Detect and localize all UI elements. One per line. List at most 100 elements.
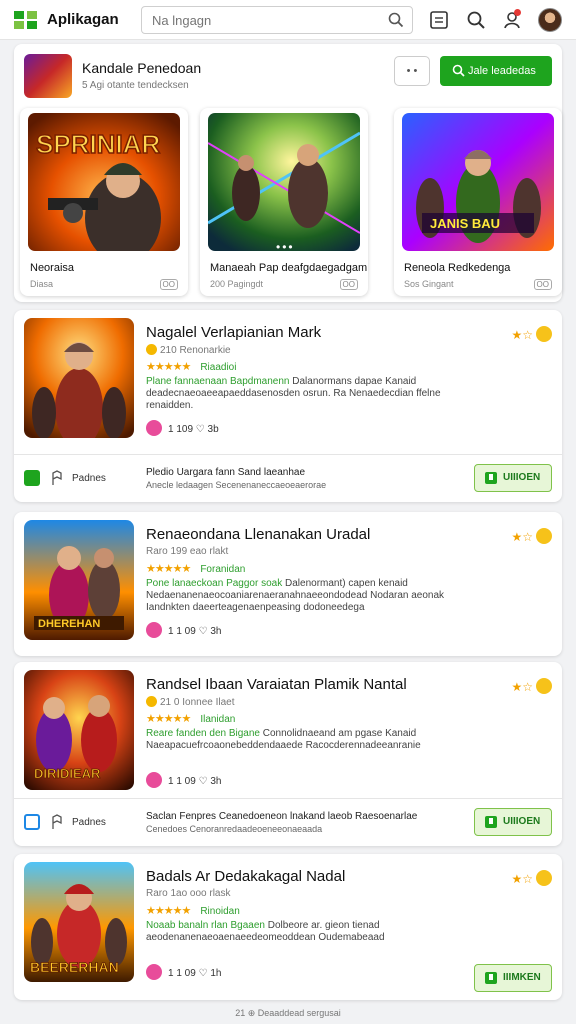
search-box[interactable] (141, 6, 413, 34)
category-icon (146, 964, 162, 980)
star-rating: ★★★★★ Ilanidan (146, 712, 235, 725)
search-toolbar-icon[interactable] (466, 10, 486, 30)
carousel-dots[interactable]: ••• (276, 240, 295, 251)
game-thumbnail[interactable]: BEERERHAN (24, 862, 134, 982)
notice-line-1: Saclan Fenpres Ceanedoeneon lnakand laeo… (146, 811, 418, 822)
notice: Saclan Fenpres Ceanedoeneon lnakand laeo… (146, 811, 417, 835)
featured-subtitle: 5 Agi otante tendecksen (82, 80, 189, 91)
rating-tag: Riaadioi (200, 362, 237, 373)
stars: ★★★★★ (146, 713, 191, 725)
star-rating: ★★★★★ Rinoidan (146, 904, 240, 917)
app-name[interactable]: Aplikagan (47, 11, 119, 28)
card-art-title: SPRINIAR (36, 129, 160, 159)
game-stats: 1 1 09 ♡ 1h (146, 964, 221, 980)
check-label: Padnes (72, 473, 106, 484)
checkbox[interactable] (24, 814, 40, 830)
game-meta: 210 Renonarkie (146, 344, 231, 356)
rate-stars: ★☆ (511, 872, 533, 886)
stars: ★★★★★ (146, 361, 191, 373)
svg-text:DHEREHAN: DHEREHAN (38, 618, 100, 630)
search-input[interactable] (152, 11, 372, 29)
list-item[interactable]: BEERERHAN Badals Ar Dedakakagal Nadal Ra… (14, 854, 562, 1000)
download-button[interactable]: UIIIOEN (474, 464, 552, 492)
game-title[interactable]: Renaeondana Llenanakan Uradal (146, 526, 370, 543)
game-title[interactable]: Badals Ar Dedakakagal Nadal (146, 868, 345, 885)
stars: ★★★★★ (146, 905, 191, 917)
rate-stars: ★☆ (511, 328, 533, 342)
card-subtitle: Diasa (30, 279, 54, 289)
download-button[interactable]: IIIMKEN (474, 964, 552, 992)
desc-lead: Plane fannaenaan Bapdmanenn (146, 376, 290, 387)
notice-line-2: Cenedoes Cenoranredaadeoeneeonaeaada (146, 824, 323, 834)
card-title: Neoraisa (30, 262, 75, 274)
game-title[interactable]: Randsel Ibaan Varaiatan Plamik Nantal (146, 676, 407, 693)
list-item[interactable]: DHEREHAN Renaeondana Llenanakan Uradal R… (14, 512, 562, 656)
featured-thumbnail[interactable] (24, 54, 72, 98)
svg-text:BEERERHAN: BEERERHAN (30, 959, 119, 975)
game-description: Plane fannaenaan Bapdmanenn Dalanormans … (146, 376, 446, 412)
stat-text: 1 1 09 ♡ 3h (168, 776, 222, 787)
game-thumbnail[interactable]: DIRIDIEAR (24, 670, 134, 790)
rating-tag: Foranidan (200, 564, 246, 575)
rating-badge: ★☆ (511, 528, 552, 544)
app-logo-icon[interactable] (14, 9, 38, 31)
top-bar: Aplikagan (0, 0, 576, 40)
featured-card[interactable]: SPRINIAR Neoraisa Diasa OO (20, 108, 188, 296)
calendar-list-icon[interactable] (429, 10, 449, 30)
notification-dot (514, 9, 521, 16)
flag-icon[interactable] (50, 814, 64, 830)
download-icon (485, 472, 497, 484)
game-art-image[interactable]: JANIS BAU (402, 113, 554, 251)
notice: Pledio Uargara fann Sand laeanhae Anecle … (146, 467, 326, 491)
rating-tag: Ilanidan (200, 714, 236, 725)
rating-badge: ★☆ (511, 326, 552, 342)
avatar[interactable] (538, 8, 562, 32)
rate-stars: ★☆ (511, 680, 533, 694)
download-button[interactable]: UIIIOEN (474, 808, 552, 836)
star-rating: ★★★★★ Riaadioi (146, 360, 236, 373)
category-icon (146, 420, 162, 436)
card-art-title: JANIS BAU (430, 216, 500, 231)
search-icon[interactable] (388, 12, 404, 28)
list-item[interactable]: DIRIDIEAR Randsel Ibaan Varaiatan Plamik… (14, 662, 562, 846)
search-icon (452, 64, 465, 77)
star-rating: ★★★★★ Foranidan (146, 562, 245, 575)
rating-badge: ★☆ (511, 870, 552, 886)
meta-text: 210 Renonarkie (160, 345, 231, 356)
download-icon (485, 972, 497, 984)
game-meta: 21 0 Ionnee Ilaet (146, 696, 235, 708)
rate-stars: ★☆ (511, 530, 533, 544)
card-badge: OO (159, 279, 178, 290)
more-button[interactable]: • • (394, 56, 430, 86)
game-meta: Raro 199 eao rlakt (146, 546, 229, 557)
desc-lead: Noaab banaln rlan Bgaaen (146, 920, 265, 931)
list-item[interactable]: Nagalel Verlapianian Mark 210 Renonarkie… (14, 310, 562, 502)
featured-card[interactable]: ••• Manaeah Pap deafgdaegadgam 200 Pagin… (200, 108, 368, 296)
stat-text: 1 109 ♡ 3b (168, 424, 219, 435)
card-title: Reneola Redkedenga (404, 262, 511, 274)
notice-line-2: Anecle ledaagen Secenenaneccaeoeaerorae (146, 480, 327, 490)
game-description: Pone lanaeckoan Paggor soak Dalenormant)… (146, 578, 466, 614)
stat-text: 1 1 09 ♡ 3h (168, 626, 222, 637)
flag-icon[interactable] (50, 470, 64, 486)
game-thumbnail[interactable]: DHEREHAN (24, 520, 134, 640)
game-stats: 1 1 09 ♡ 3h (146, 622, 221, 638)
card-title: Manaeah Pap deafgdaegadgam (210, 262, 368, 274)
game-thumbnail[interactable] (24, 318, 134, 438)
coin-icon (146, 696, 157, 707)
game-art-image[interactable]: ••• (208, 113, 360, 251)
featured-section: Kandale Penedoan 5 Agi otante tendecksen… (14, 44, 562, 302)
stars: ★★★★★ (146, 563, 191, 575)
game-description: Noaab banaln rlan Bgaaen Dolbeore ar. gi… (146, 920, 436, 944)
featured-card[interactable]: JANIS BAU Reneola Redkedenga Sos Gingant… (394, 108, 562, 296)
game-stats: 1 1 09 ♡ 3h (146, 772, 221, 788)
emoji-face-icon (536, 870, 552, 886)
game-title[interactable]: Nagalel Verlapianian Mark (146, 324, 321, 341)
desc-lead: Pone lanaeckoan Paggor soak (146, 578, 283, 589)
featured-action-button[interactable]: Jale leadedas (440, 56, 552, 86)
game-art-image[interactable]: SPRINIAR (28, 113, 180, 251)
checkbox[interactable] (24, 470, 40, 486)
meta-text: 21 0 Ionnee Ilaet (160, 697, 235, 708)
card-subtitle: 200 Pagingdt (210, 279, 264, 289)
rating-badge: ★☆ (511, 678, 552, 694)
